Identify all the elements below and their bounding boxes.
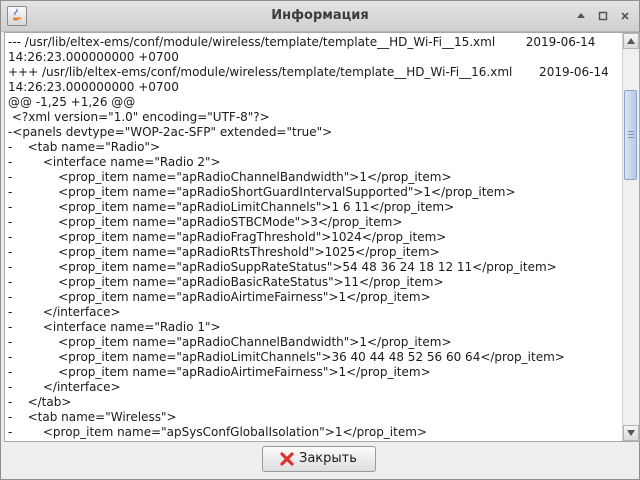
thumb-grip-line	[628, 137, 634, 138]
diff-line: - <prop_item name="apSysConfGlobalIsolat…	[8, 425, 427, 439]
diff-line: - <prop_item name="apRadioChannelBandwid…	[8, 335, 452, 349]
scroll-up-button[interactable]	[623, 33, 639, 49]
diff-text-area[interactable]: --- /usr/lib/eltex-ems/conf/module/wirel…	[5, 33, 621, 441]
vertical-scrollbar[interactable]	[622, 33, 639, 441]
diff-line: - <interface name="Radio 2">	[8, 155, 221, 169]
diff-line: - <prop_item name="apRadioLimitChannels"…	[8, 200, 455, 214]
red-x-icon	[280, 452, 294, 466]
thumb-grip-line	[628, 131, 634, 132]
diff-line: - <prop_item name="apRadioFragThreshold"…	[8, 230, 447, 244]
window-controls	[569, 6, 635, 26]
restore-button[interactable]	[593, 6, 613, 26]
info-dialog: Информация --- /usr/lib/eltex-ems/conf/m…	[0, 0, 640, 480]
dialog-footer: Закрыть	[1, 441, 639, 479]
scroll-thumb[interactable]	[624, 90, 637, 180]
diff-line: @@ -1,25 +1,26 @@	[8, 95, 136, 109]
diff-line: - <prop_item name="apRadioSuppRateStatus…	[8, 260, 557, 274]
diff-line: 14:26:23.000000000 +0700	[8, 80, 179, 94]
arrow-up-icon	[577, 13, 585, 18]
diff-line: - <prop_item name="apRadioAirtimeFairnes…	[8, 290, 431, 304]
diff-line: -<panels devtype="WOP-2ac-SFP" extended=…	[8, 125, 333, 139]
close-window-button[interactable]	[615, 6, 635, 26]
diff-line: - <tab name="Wireless">	[8, 410, 177, 424]
close-button-label: Закрыть	[299, 451, 357, 466]
diff-line: - <interface name="Radio 1">	[8, 320, 221, 334]
diff-line: +++ /usr/lib/eltex-ems/conf/module/wirel…	[8, 65, 609, 79]
diff-line: - </tab>	[8, 395, 72, 409]
diff-line: <?xml version="1.0" encoding="UTF-8"?>	[8, 110, 270, 124]
window-square-icon	[598, 11, 608, 21]
diff-line: - <prop_item name="apRadioAirtimeFairnes…	[8, 365, 431, 379]
diff-line: - <prop_item name="apRadioBasicRateStatu…	[8, 275, 444, 289]
diff-text-panel: --- /usr/lib/eltex-ems/conf/module/wirel…	[4, 32, 640, 442]
thumb-grip-line	[628, 134, 634, 135]
window-title: Информация	[271, 8, 369, 23]
diff-line: - <prop_item name="apRadioLimitChannels"…	[8, 350, 565, 364]
scroll-up-arrow-icon	[627, 38, 635, 44]
diff-line: --- /usr/lib/eltex-ems/conf/module/wirel…	[8, 35, 596, 49]
diff-line: 14:26:23.000000000 +0700	[8, 50, 179, 64]
diff-line: - <prop_item name="apRadioChannelBandwid…	[8, 170, 452, 184]
diff-line: - </interface>	[8, 305, 121, 319]
diff-line: - <prop_item name="apRadioShortGuardInte…	[8, 185, 516, 199]
diff-line: - <prop_item name="apRadioRtsThreshold">…	[8, 245, 440, 259]
diff-line: - <tab name="Radio">	[8, 140, 161, 154]
maximize-button[interactable]	[571, 6, 591, 26]
diff-line: - <prop_item name="apRadioSTBCMode">3</p…	[8, 215, 403, 229]
close-button[interactable]: Закрыть	[262, 446, 376, 472]
scroll-down-button[interactable]	[623, 425, 639, 441]
diff-line: - </interface>	[8, 380, 121, 394]
title-bar[interactable]: Информация	[1, 1, 639, 32]
close-x-icon	[621, 12, 629, 20]
scroll-down-arrow-icon	[627, 430, 635, 436]
